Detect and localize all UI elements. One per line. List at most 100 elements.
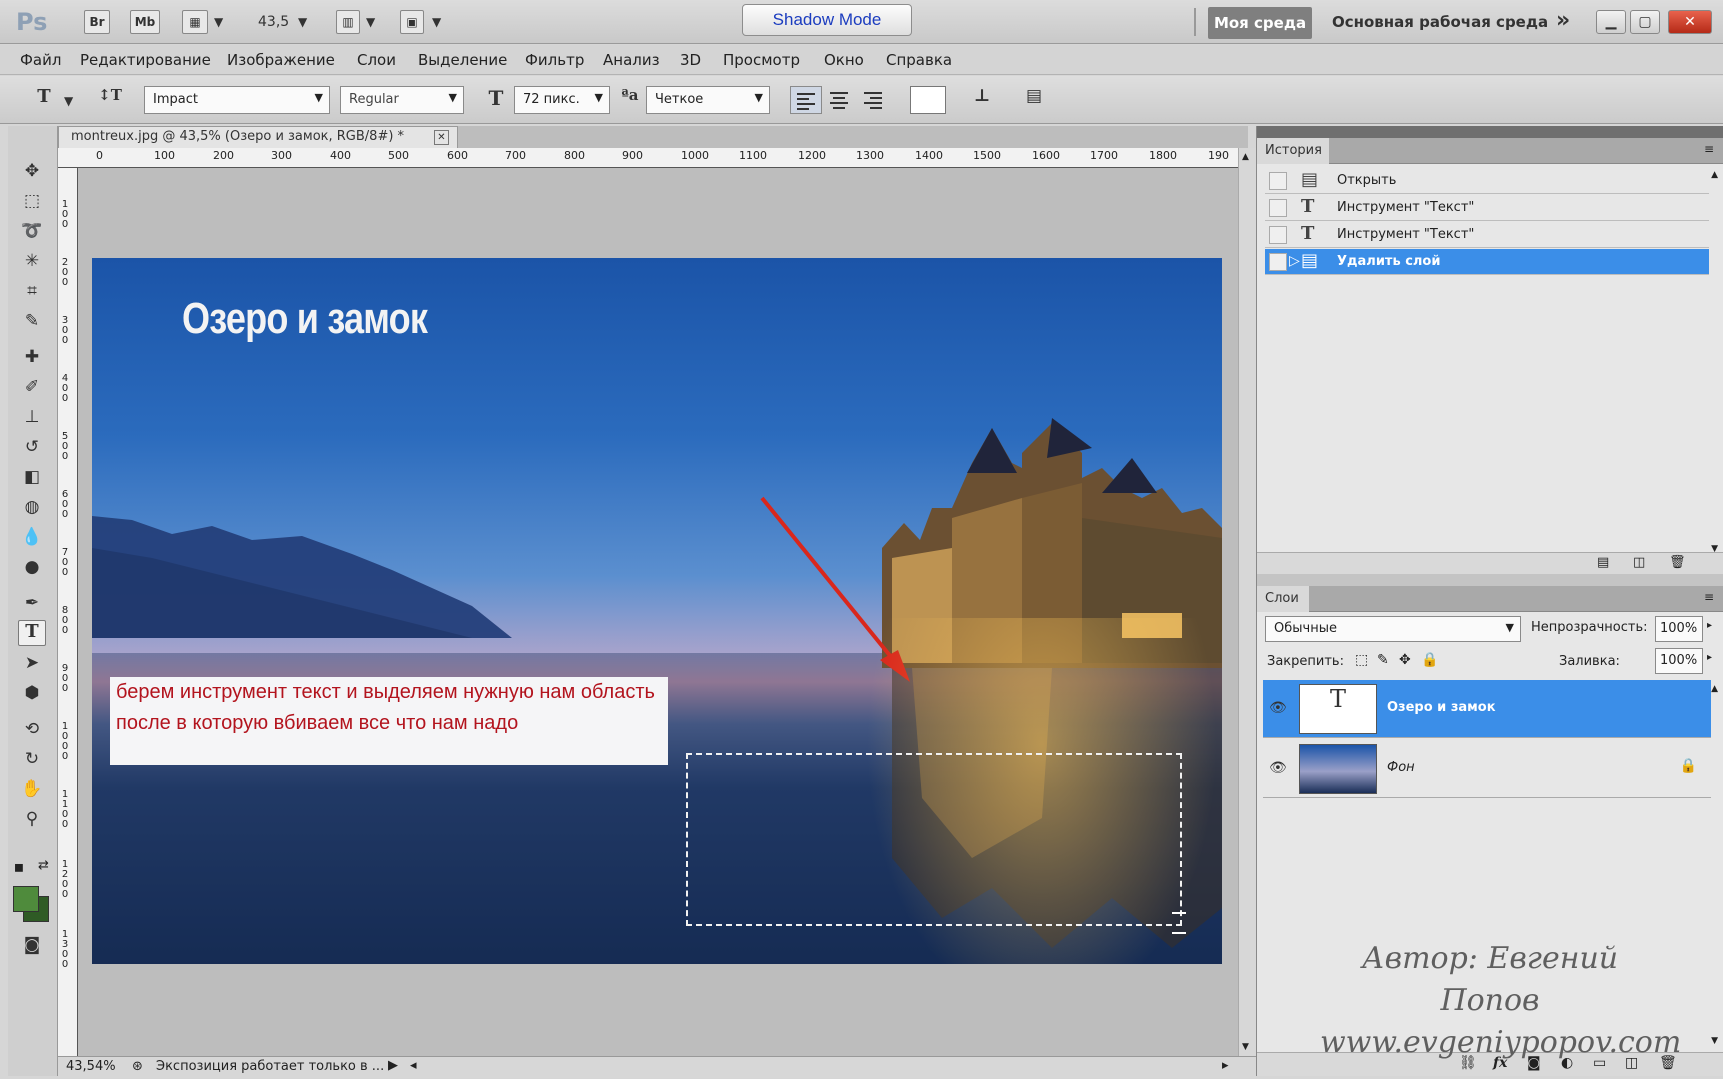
status-info-icon[interactable]: ⊛ <box>132 1059 143 1074</box>
layers-scroll-down-icon[interactable]: ▼ <box>1711 1036 1718 1046</box>
vertical-ruler[interactable]: 100 200 300 400 500 600 700 800 900 1000… <box>58 168 78 1056</box>
clone-stamp-tool-icon[interactable]: ⊥ <box>18 404 46 430</box>
font-family-select[interactable]: Impact ▼ <box>144 86 330 114</box>
my-workspace-button[interactable]: Моя среда <box>1208 7 1312 39</box>
layers-scroll-up-icon[interactable]: ▲ <box>1711 684 1718 694</box>
menu-window[interactable]: Окно <box>824 51 864 69</box>
layer-row-text[interactable]: 👁 T Озеро и замок <box>1263 680 1711 738</box>
history-state-slider-icon[interactable]: ▷ <box>1289 253 1300 269</box>
preset-caret-icon[interactable]: ▼ <box>64 94 73 108</box>
crop-tool-icon[interactable]: ⌗ <box>18 278 46 304</box>
horizontal-ruler[interactable]: 0 100 200 300 400 500 600 700 800 900 10… <box>58 148 1238 168</box>
zoom-caret-icon[interactable]: ▼ <box>298 15 307 29</box>
lock-pixels-icon[interactable]: ✎ <box>1377 652 1389 668</box>
screen-mode-caret-icon[interactable]: ▼ <box>432 15 441 29</box>
document-tab[interactable]: montreux.jpg @ 43,5% (Озеро и замок, RGB… <box>58 126 458 148</box>
align-left-icon[interactable] <box>790 86 822 114</box>
essentials-workspace-button[interactable]: Основная рабочая среда <box>1332 13 1548 31</box>
opacity-arrow-icon[interactable]: ▸ <box>1707 620 1712 631</box>
eyedropper-tool-icon[interactable]: ✎ <box>18 308 46 334</box>
opacity-input[interactable]: 100% <box>1655 616 1703 642</box>
menu-edit[interactable]: Редактирование <box>80 51 211 69</box>
3d-orbit-tool-icon[interactable]: ↻ <box>18 746 46 772</box>
text-tool-preset-icon[interactable]: T <box>30 86 58 114</box>
menu-file[interactable]: Файл <box>20 51 61 69</box>
history-panel-menu-icon[interactable]: ≡ <box>1704 142 1714 156</box>
fill-input[interactable]: 100% <box>1655 648 1703 674</box>
arrange-documents-button[interactable]: ▥ <box>336 10 360 34</box>
foreground-color-swatch[interactable] <box>13 886 39 912</box>
warp-text-icon[interactable]: ⊥ <box>968 86 996 114</box>
delete-state-icon[interactable]: 🗑 <box>1669 555 1686 570</box>
scroll-up-icon[interactable]: ▲ <box>1242 152 1249 162</box>
visibility-eye-icon[interactable]: 👁 <box>1269 700 1287 716</box>
text-bounding-box[interactable] <box>686 753 1182 926</box>
lock-position-icon[interactable]: ✥ <box>1399 652 1411 668</box>
menu-image[interactable]: Изображение <box>227 51 335 69</box>
align-right-icon[interactable] <box>858 86 890 114</box>
close-document-icon[interactable]: ✕ <box>434 130 449 145</box>
layers-panel-menu-icon[interactable]: ≡ <box>1704 590 1714 604</box>
move-tool-icon[interactable]: ✥ <box>18 158 46 184</box>
pen-tool-icon[interactable]: ✒ <box>18 590 46 616</box>
magic-wand-tool-icon[interactable]: ✳ <box>18 248 46 274</box>
text-color-swatch[interactable] <box>910 86 946 114</box>
new-snapshot-icon[interactable]: ◫ <box>1633 555 1645 570</box>
dock-header[interactable] <box>1257 126 1723 138</box>
zoom-tool-icon[interactable]: ⚲ <box>18 806 46 832</box>
hand-tool-icon[interactable]: ✋ <box>18 776 46 802</box>
type-tool-icon[interactable]: T <box>18 620 46 646</box>
hscroll-right-icon[interactable]: ▸ <box>1222 1058 1229 1073</box>
minimize-icon[interactable]: ▁ <box>1596 10 1626 34</box>
menu-view[interactable]: Просмотр <box>723 51 800 69</box>
character-panel-icon[interactable]: ▤ <box>1020 86 1048 114</box>
hscroll-left-icon[interactable]: ◂ <box>410 1058 417 1073</box>
swap-colors-icon[interactable]: ⇄ <box>38 858 49 873</box>
history-item[interactable]: T Инструмент "Текст" <box>1265 222 1709 248</box>
brush-tool-icon[interactable]: ✐ <box>18 374 46 400</box>
fill-arrow-icon[interactable]: ▸ <box>1707 652 1712 663</box>
layer-row-background[interactable]: 👁 Фон 🔒 <box>1263 740 1711 798</box>
antialias-select[interactable]: Четкое ▼ <box>646 86 770 114</box>
history-brush-tool-icon[interactable]: ↺ <box>18 434 46 460</box>
marquee-tool-icon[interactable]: ⬚ <box>18 188 46 214</box>
text-orientation-icon[interactable]: ↕T <box>96 86 124 114</box>
path-selection-tool-icon[interactable]: ➤ <box>18 650 46 676</box>
font-style-select[interactable]: Regular ▼ <box>340 86 464 114</box>
minibridge-button[interactable]: Mb <box>130 10 160 34</box>
history-tab[interactable]: История <box>1257 138 1329 164</box>
history-item-selected[interactable]: ▷ ▤ Удалить слой <box>1265 249 1709 275</box>
layers-tab[interactable]: Слои <box>1257 586 1309 612</box>
lasso-tool-icon[interactable]: ➰ <box>18 218 46 244</box>
history-item[interactable]: ▤ Открыть <box>1265 168 1709 194</box>
more-workspaces-icon[interactable]: » <box>1556 8 1570 33</box>
quick-mask-icon[interactable]: ◙ <box>18 932 46 958</box>
status-menu-arrow-icon[interactable]: ▶ <box>388 1058 398 1073</box>
menu-analysis[interactable]: Анализ <box>603 51 660 69</box>
screen-mode-button[interactable]: ▣ <box>400 10 424 34</box>
align-center-icon[interactable] <box>824 86 856 114</box>
menu-3d[interactable]: 3D <box>680 51 701 69</box>
menu-help[interactable]: Справка <box>886 51 952 69</box>
zoom-level[interactable]: 43,5 <box>258 14 289 30</box>
blend-mode-select[interactable]: Обычные ▼ <box>1265 616 1521 642</box>
bridge-button[interactable]: Br <box>84 10 110 34</box>
scroll-down-icon[interactable]: ▼ <box>1242 1042 1249 1052</box>
close-icon[interactable]: ✕ <box>1668 10 1712 34</box>
image-title-text[interactable]: Озеро и замок <box>182 294 428 344</box>
status-zoom[interactable]: 43,54% <box>66 1059 116 1074</box>
default-colors-icon[interactable]: ◼ <box>14 860 24 874</box>
font-size-select[interactable]: 72 пикс. ▼ <box>514 86 610 114</box>
paint-bucket-tool-icon[interactable]: ◍ <box>18 494 46 520</box>
vertical-scrollbar[interactable]: ▲ ▼ <box>1238 148 1256 1056</box>
new-document-from-state-icon[interactable]: ▤ <box>1597 555 1609 570</box>
lock-all-icon[interactable]: 🔒 <box>1421 652 1438 668</box>
view-extras-caret-icon[interactable]: ▼ <box>214 15 223 29</box>
healing-brush-tool-icon[interactable]: ✚ <box>18 344 46 370</box>
lock-transparency-icon[interactable]: ⬚ <box>1355 652 1368 668</box>
menu-filter[interactable]: Фильтр <box>525 51 584 69</box>
dodge-tool-icon[interactable]: ● <box>18 554 46 580</box>
arrange-caret-icon[interactable]: ▼ <box>366 15 375 29</box>
view-extras-button[interactable]: ▦ <box>182 10 208 34</box>
maximize-icon[interactable]: ▢ <box>1630 10 1660 34</box>
